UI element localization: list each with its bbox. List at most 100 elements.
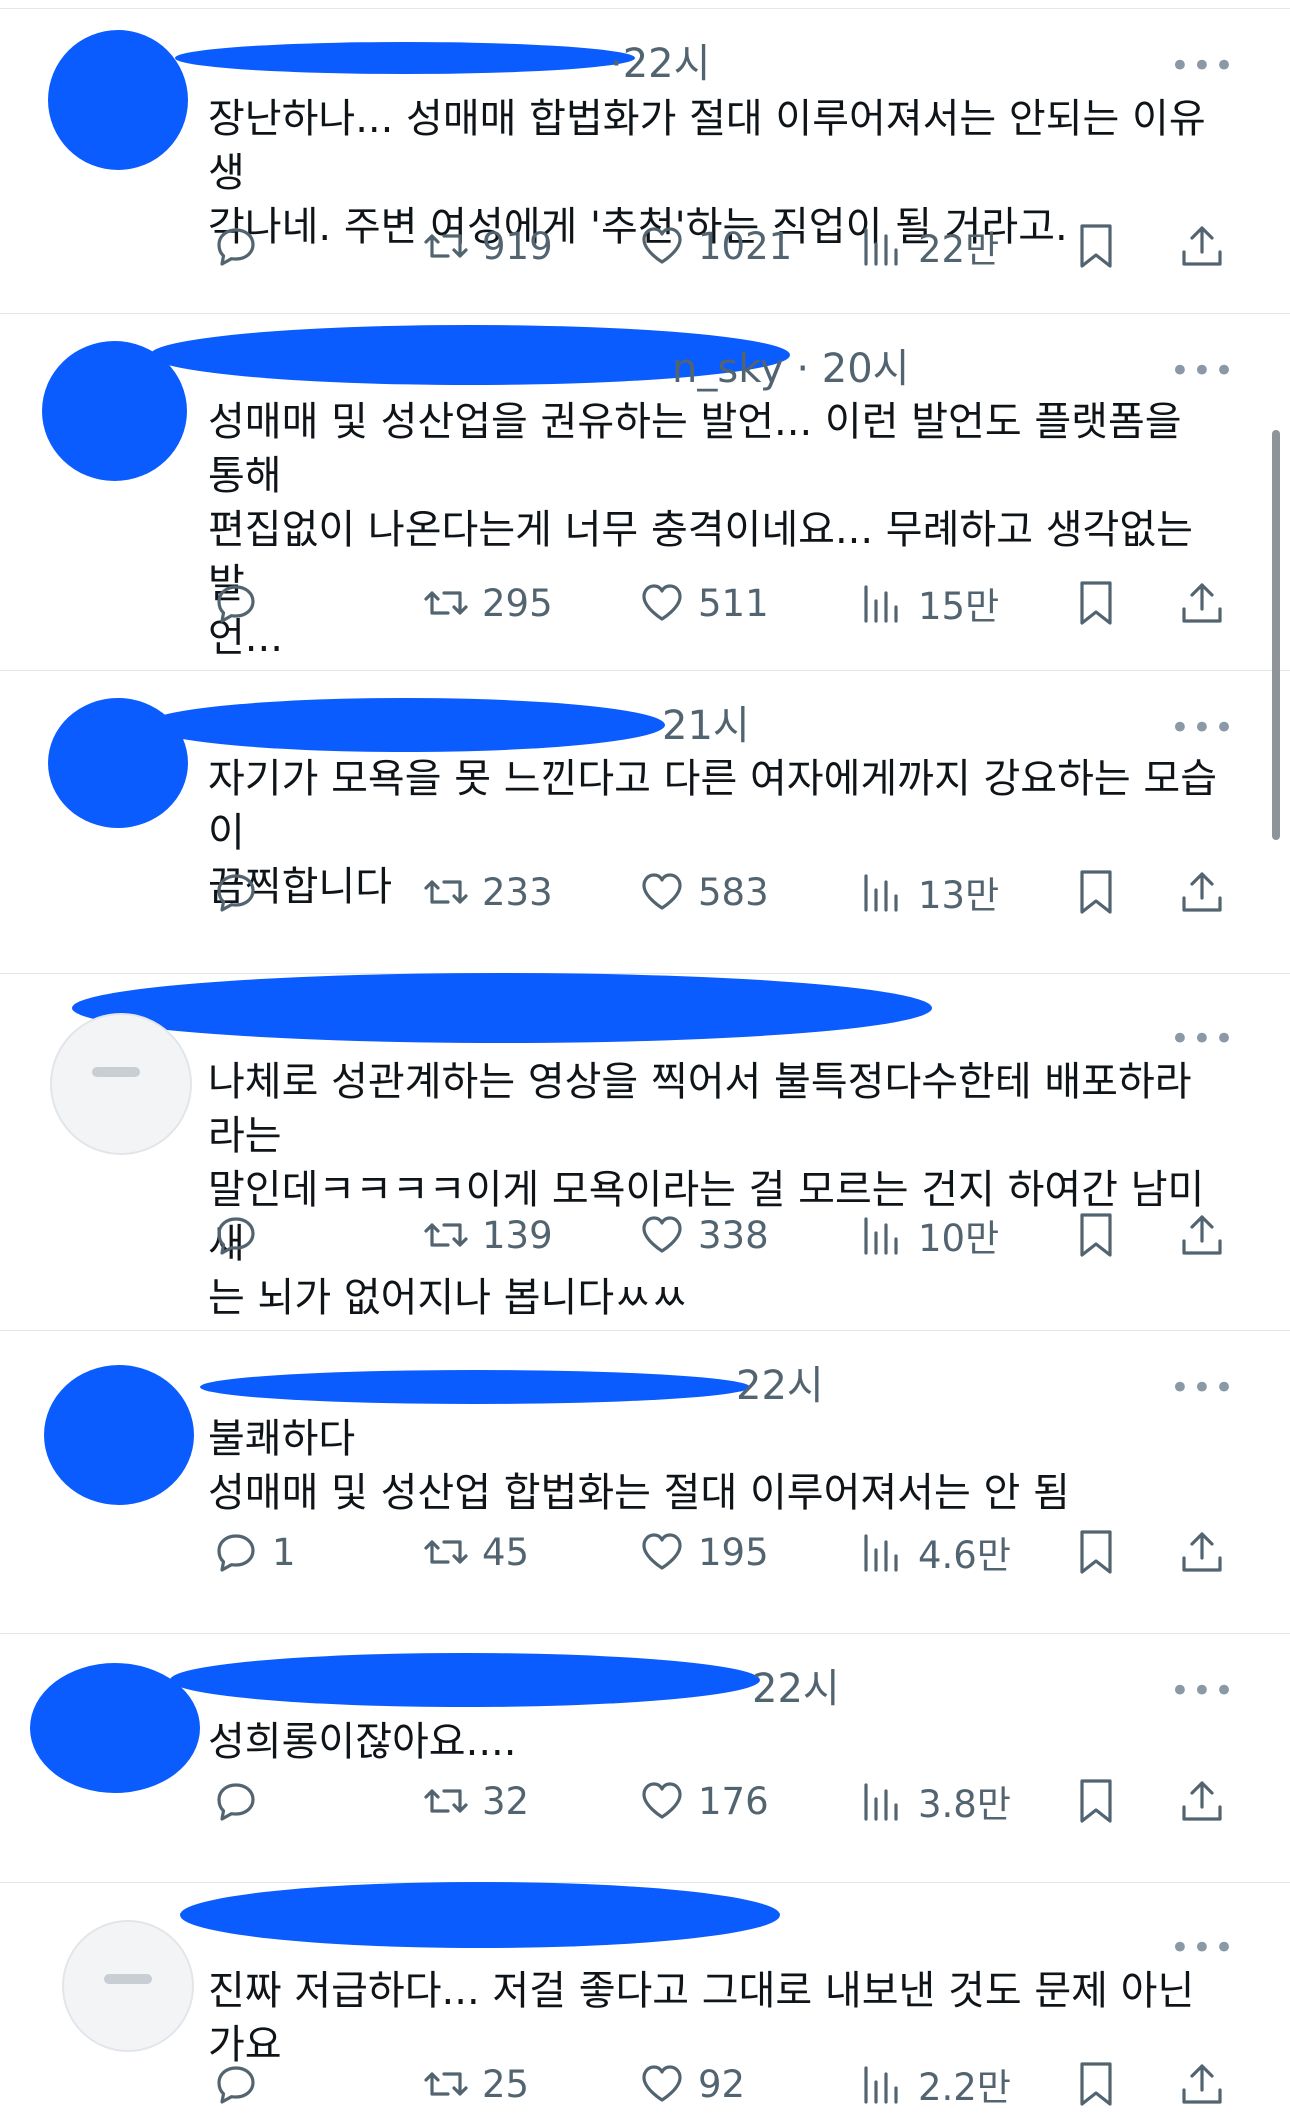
view-count: 3.8만	[918, 1783, 1011, 1826]
reply-button[interactable]	[212, 862, 272, 922]
more-icon[interactable]: •••	[1170, 1674, 1236, 1708]
tweet-actions: 295 511 15만	[208, 573, 1228, 633]
more-icon[interactable]: •••	[1170, 1371, 1236, 1405]
views-button[interactable]: 10만	[858, 1205, 999, 1265]
bookmark-icon	[1080, 870, 1112, 914]
more-icon[interactable]: •••	[1170, 354, 1236, 388]
redacted-username	[175, 42, 635, 74]
reply-button[interactable]	[212, 1205, 272, 1265]
reply-button[interactable]	[212, 573, 272, 633]
like-button[interactable]: 1021	[638, 216, 792, 276]
views-button[interactable]: 15만	[858, 573, 999, 633]
share-button[interactable]	[1178, 862, 1226, 922]
views-icon	[864, 874, 898, 912]
views-icon	[864, 585, 898, 623]
bookmark-icon	[1080, 1213, 1112, 1257]
scrollbar[interactable]	[1272, 430, 1280, 840]
like-button[interactable]: 338	[638, 1205, 769, 1265]
reply-button[interactable]	[212, 2054, 272, 2114]
divider	[0, 313, 1290, 314]
more-icon[interactable]: •••	[1170, 1931, 1236, 1965]
more-icon[interactable]: •••	[1170, 711, 1236, 745]
avatar[interactable]	[50, 1013, 192, 1155]
divider	[0, 973, 1290, 974]
more-icon[interactable]: •••	[1170, 1022, 1236, 1056]
retweet-count: 25	[482, 2062, 530, 2106]
bookmark-icon	[1080, 1779, 1112, 1823]
reply-button[interactable]	[212, 1771, 272, 1831]
heart-icon	[642, 1782, 682, 1819]
bookmark-icon	[1080, 581, 1112, 625]
retweet-icon	[424, 880, 468, 904]
bookmark-button[interactable]	[1072, 1522, 1120, 1582]
share-button[interactable]	[1178, 1522, 1226, 1582]
tweet-timestamp[interactable]: 22시	[752, 1669, 840, 1709]
retweet-button[interactable]: 139	[422, 1205, 553, 1265]
divider	[0, 8, 1290, 9]
retweet-button[interactable]: 295	[422, 573, 553, 633]
reply-icon	[217, 874, 255, 912]
bookmark-icon	[1080, 1530, 1112, 1574]
share-button[interactable]	[1178, 216, 1226, 276]
views-button[interactable]: 22만	[858, 216, 999, 276]
bookmark-button[interactable]	[1072, 1205, 1120, 1265]
views-icon	[864, 228, 898, 266]
retweet-count: 919	[482, 224, 553, 268]
share-icon	[1182, 583, 1222, 623]
like-button[interactable]: 176	[638, 1771, 769, 1831]
retweet-count: 45	[482, 1530, 530, 1574]
retweet-button[interactable]: 919	[422, 216, 553, 276]
avatar[interactable]	[62, 1920, 194, 2052]
tweet-actions: 32 176 3.8만	[208, 1771, 1228, 1831]
views-button[interactable]: 2.2만	[858, 2054, 1011, 2114]
avatar[interactable]	[48, 30, 188, 170]
reply-icon	[217, 1534, 255, 1572]
retweet-button[interactable]: 32	[422, 1771, 529, 1831]
reply-button[interactable]: 1	[212, 1522, 296, 1582]
like-count: 583	[698, 870, 769, 914]
share-icon	[1182, 1781, 1222, 1821]
view-count: 13만	[918, 874, 1000, 917]
retweet-button[interactable]: 25	[422, 2054, 529, 2114]
share-button[interactable]	[1178, 2054, 1226, 2114]
share-button[interactable]	[1178, 573, 1226, 633]
tweet-timestamp[interactable]: 21시	[662, 706, 750, 746]
like-button[interactable]: 92	[638, 2054, 745, 2114]
views-button[interactable]: 4.6만	[858, 1522, 1011, 1582]
retweet-icon	[424, 234, 468, 258]
retweet-button[interactable]: 45	[422, 1522, 529, 1582]
view-count: 4.6만	[918, 1534, 1011, 1577]
share-icon	[1182, 872, 1222, 912]
view-count: 2.2만	[918, 2066, 1011, 2109]
avatar[interactable]	[44, 1365, 194, 1505]
bookmark-button[interactable]	[1072, 216, 1120, 276]
like-button[interactable]: 583	[638, 862, 769, 922]
reply-button[interactable]	[212, 216, 272, 276]
retweet-icon	[424, 1789, 468, 1813]
retweet-count: 139	[482, 1213, 553, 1257]
tweet-timestamp[interactable]: n_sky · 20시	[672, 349, 909, 389]
bookmark-button[interactable]	[1072, 862, 1120, 922]
views-icon	[864, 1217, 898, 1255]
like-button[interactable]: 195	[638, 1522, 769, 1582]
redacted-username	[72, 973, 932, 1043]
bookmark-button[interactable]	[1072, 573, 1120, 633]
tweet-timestamp[interactable]: ·22시	[610, 44, 710, 84]
reply-count: 1	[272, 1530, 296, 1574]
bookmark-button[interactable]	[1072, 2054, 1120, 2114]
more-icon[interactable]: •••	[1170, 49, 1236, 83]
share-button[interactable]	[1178, 1205, 1226, 1265]
bookmark-icon	[1080, 224, 1112, 268]
bookmark-button[interactable]	[1072, 1771, 1120, 1831]
like-count: 92	[698, 2062, 746, 2106]
views-button[interactable]: 13만	[858, 862, 999, 922]
heart-icon	[642, 2065, 682, 2102]
tweet-timestamp[interactable]: 22시	[736, 1366, 824, 1406]
share-button[interactable]	[1178, 1771, 1226, 1831]
tweet-text: 나체로 성관계하는 영상을 찍어서 불특정다수한테 배포하라라는 말인데ㅋㅋㅋㅋ…	[208, 1059, 1205, 1321]
avatar-glyph	[104, 1974, 152, 1984]
retweet-button[interactable]: 233	[422, 862, 553, 922]
share-icon	[1182, 1215, 1222, 1255]
like-button[interactable]: 511	[638, 573, 769, 633]
views-button[interactable]: 3.8만	[858, 1771, 1011, 1831]
